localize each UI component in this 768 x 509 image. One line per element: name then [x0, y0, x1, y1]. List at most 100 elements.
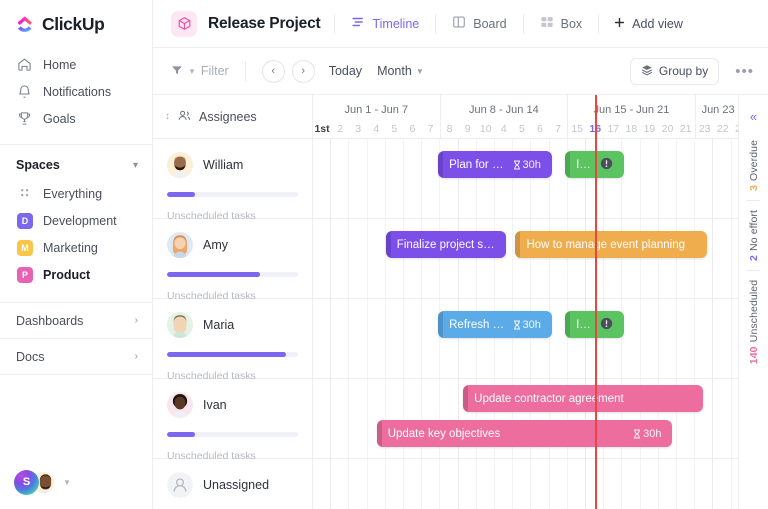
- sidebar-item-home[interactable]: Home: [0, 51, 152, 78]
- task-bar-drag-handle[interactable]: [463, 385, 469, 412]
- prev-period-button[interactable]: ‹: [261, 59, 285, 83]
- rail-item[interactable]: 3 Overdue: [748, 140, 760, 191]
- day-header-cell[interactable]: 6: [531, 118, 549, 139]
- week-label: Jun 1 - Jun 7: [344, 104, 409, 116]
- day-header-cell[interactable]: 2: [331, 118, 349, 139]
- task-bar-drag-handle[interactable]: [565, 151, 571, 178]
- home-icon: [17, 57, 32, 72]
- task-bar-drag-handle[interactable]: [385, 231, 391, 258]
- day-header-cell[interactable]: 23: [694, 118, 714, 139]
- day-header-cell[interactable]: 22: [714, 118, 732, 139]
- chevron-down-icon[interactable]: ▼: [63, 478, 71, 487]
- brand[interactable]: ClickUp: [0, 0, 152, 47]
- rail-item[interactable]: 140 Unscheduled: [748, 280, 760, 364]
- space-badge: M: [17, 239, 33, 256]
- day-header-cell[interactable]: 7: [421, 118, 439, 139]
- today-button[interactable]: Today: [329, 64, 362, 78]
- workload-progress-bar: [167, 192, 298, 197]
- workspace-avatar[interactable]: S: [14, 469, 39, 495]
- task-bar-drag-handle[interactable]: [376, 420, 382, 447]
- day-header-cell[interactable]: 19: [640, 118, 658, 139]
- filter-icon: [171, 64, 183, 79]
- group-by-button[interactable]: Group by: [629, 57, 720, 85]
- task-bar-drag-handle[interactable]: [565, 311, 571, 338]
- sidebar-item-label: Notifications: [43, 84, 112, 99]
- spaces-header[interactable]: Spaces ▾: [0, 145, 152, 180]
- day-header-cell[interactable]: 7: [549, 118, 567, 139]
- sidebar-item-product[interactable]: P Product: [0, 261, 152, 288]
- day-header-cell[interactable]: 8: [439, 118, 459, 139]
- day-header-cell[interactable]: 3: [349, 118, 367, 139]
- day-header-cell[interactable]: 5: [385, 118, 403, 139]
- assignee-row: Amy Unscheduled tasks: [153, 219, 312, 302]
- rail-item-label: Overdue: [747, 140, 760, 181]
- sidebar-item-notifications[interactable]: Notifications: [0, 78, 152, 105]
- brand-name: ClickUp: [42, 14, 105, 34]
- add-view-button[interactable]: Add view: [613, 16, 683, 32]
- task-bar-drag-handle[interactable]: [515, 231, 521, 258]
- task-bar[interactable]: Finalize project scope: [385, 231, 507, 258]
- box-icon: [171, 10, 197, 37]
- day-header-cell[interactable]: 5: [513, 118, 531, 139]
- more-options-button[interactable]: •••: [735, 63, 754, 80]
- page-title: Release Project: [208, 14, 321, 32]
- day-header-cell[interactable]: 4: [495, 118, 513, 139]
- day-header-cell[interactable]: 18: [622, 118, 640, 139]
- sidebar-item-marketing[interactable]: M Marketing: [0, 234, 152, 261]
- sidebar-item-dashboards[interactable]: Dashboards ›: [0, 302, 152, 338]
- task-bar[interactable]: Refresh compan... 30h: [438, 311, 552, 338]
- sidebar-item-goals[interactable]: Goals: [0, 105, 152, 132]
- divider: [522, 13, 524, 34]
- sidebar-item-docs[interactable]: Docs ›: [0, 338, 152, 374]
- day-header-cell[interactable]: 1st: [313, 118, 331, 139]
- info-icon[interactable]: [600, 157, 613, 173]
- tab-box[interactable]: Box: [538, 11, 585, 36]
- sort-icon[interactable]: ↕: [165, 111, 170, 122]
- timeline-icon: [351, 15, 365, 32]
- task-bar[interactable]: Update key objectives 30h: [376, 420, 673, 447]
- day-header-cell[interactable]: 16: [586, 118, 604, 139]
- tab-timeline[interactable]: Timeline: [349, 11, 421, 36]
- rail-items: 3 Overdue 2 No effort 140 Unscheduled: [747, 140, 760, 364]
- task-bar[interactable]: Update contractor agreement: [463, 385, 704, 412]
- sidebar-item-everything[interactable]: Everything: [0, 180, 152, 207]
- primary-nav: Home Notifications Goals: [0, 47, 152, 132]
- chevron-down-icon[interactable]: ▾: [133, 160, 138, 171]
- divider: [435, 13, 437, 34]
- task-bar[interactable]: Implem..: [565, 151, 625, 178]
- day-header-cell[interactable]: 4: [367, 118, 385, 139]
- space-badge-letter: D: [21, 215, 29, 226]
- tab-board[interactable]: Board: [450, 11, 508, 36]
- sidebar-item-development[interactable]: D Development: [0, 207, 152, 234]
- ivan-avatar: [167, 392, 193, 418]
- filter-button[interactable]: ▼ Filter: [171, 64, 229, 79]
- day-header-cell[interactable]: 15: [567, 118, 586, 139]
- workload-progress-fill: [167, 432, 195, 437]
- day-header-cell[interactable]: 9: [459, 118, 477, 139]
- day-header-cell[interactable]: 10: [477, 118, 495, 139]
- chevron-down-icon: ▼: [188, 66, 196, 76]
- task-bar[interactable]: Implem..: [565, 311, 625, 338]
- day-header-cell[interactable]: 6: [403, 118, 421, 139]
- day-header-cell[interactable]: 17: [604, 118, 622, 139]
- main-area: Release Project Timeline Board Box Add v…: [153, 0, 768, 509]
- task-bar-label: Plan for next year: [449, 158, 505, 171]
- task-bar-drag-handle[interactable]: [438, 311, 444, 338]
- task-bar-drag-handle[interactable]: [438, 151, 444, 178]
- next-period-button[interactable]: ›: [291, 59, 315, 83]
- zoom-level-select[interactable]: Month ▼: [377, 64, 424, 78]
- timeline-left-pane: ↕ Assignees William Unscheduled tasks Amy U…: [153, 95, 313, 509]
- collapse-rail-button[interactable]: «: [750, 109, 757, 124]
- day-header-cell[interactable]: 21: [677, 118, 695, 139]
- task-bar[interactable]: Plan for next year 30h: [438, 151, 552, 178]
- unassigned-avatar: [167, 472, 193, 498]
- filter-label: Filter: [200, 64, 229, 78]
- assignee-row: Unassigned: [153, 459, 312, 509]
- day-header-cell[interactable]: 20: [658, 118, 676, 139]
- rail-item[interactable]: 2 No effort: [748, 210, 760, 261]
- chevron-down-icon: ▼: [415, 66, 424, 76]
- task-bar[interactable]: How to manage event planning: [515, 231, 707, 258]
- info-icon[interactable]: [600, 317, 613, 333]
- assignees-header[interactable]: ↕ Assignees: [153, 95, 312, 139]
